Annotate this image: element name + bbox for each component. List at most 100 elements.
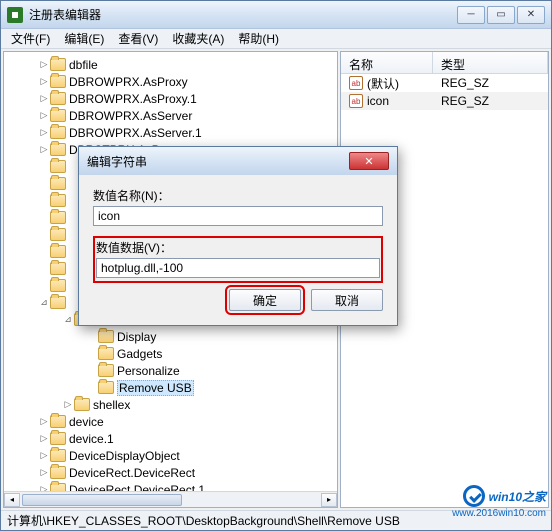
tree-label: DeviceRect.DeviceRect — [69, 466, 195, 480]
app-icon — [7, 7, 23, 23]
folder-icon — [50, 279, 66, 292]
expander-icon[interactable]: ▷ — [38, 416, 50, 427]
name-label: 数值名称(N)： — [93, 187, 383, 204]
folder-icon — [98, 381, 114, 394]
tree-label: Remove USB — [117, 380, 194, 396]
tree-node[interactable]: Display — [4, 328, 335, 345]
menu-favorites[interactable]: 收藏夹(A) — [166, 28, 230, 49]
folder-icon — [74, 398, 90, 411]
tree-label: Gadgets — [117, 347, 162, 361]
expander-icon[interactable]: ⊿ — [62, 314, 74, 325]
tree-label: DBROWPRX.AsProxy.1 — [69, 92, 197, 106]
ok-button[interactable]: 确定 — [229, 289, 301, 311]
tree-label: device — [69, 415, 104, 429]
cancel-button[interactable]: 取消 — [311, 289, 383, 311]
scroll-track[interactable] — [20, 493, 321, 507]
folder-icon — [50, 58, 66, 71]
dialog-close-button[interactable]: ✕ — [349, 152, 389, 170]
folder-icon — [50, 126, 66, 139]
expander-icon[interactable]: ▷ — [38, 93, 50, 104]
expander-icon[interactable]: ▷ — [38, 144, 50, 155]
value-type: REG_SZ — [433, 93, 497, 109]
folder-icon — [50, 211, 66, 224]
value-name: (默认) — [367, 75, 399, 92]
menubar: 文件(F) 编辑(E) 查看(V) 收藏夹(A) 帮助(H) — [1, 29, 551, 49]
tree-label: DeviceDisplayObject — [69, 449, 180, 463]
folder-icon — [50, 75, 66, 88]
expander-icon[interactable]: ⊿ — [38, 297, 50, 308]
folder-icon — [50, 143, 66, 156]
tree-label: device.1 — [69, 432, 114, 446]
dialog-title: 编辑字符串 — [87, 153, 147, 170]
watermark-icon — [463, 485, 485, 507]
close-button[interactable]: ✕ — [517, 6, 545, 24]
folder-icon — [50, 109, 66, 122]
minimize-button[interactable]: ─ — [457, 6, 485, 24]
highlight-box: 数值数据(V)： — [93, 236, 383, 283]
folder-icon — [50, 177, 66, 190]
watermark-url: www.2016win10.com — [452, 508, 546, 519]
scroll-right-button[interactable]: ▸ — [321, 493, 337, 507]
list-row[interactable]: abiconREG_SZ — [341, 92, 548, 110]
expander-icon[interactable]: ▷ — [38, 127, 50, 138]
tree-node[interactable]: ▷ DeviceDisplayObject — [4, 447, 335, 464]
tree-label: Display — [117, 330, 156, 344]
list-header: 名称 类型 — [341, 52, 548, 74]
scroll-thumb[interactable] — [22, 494, 182, 506]
tree-label: DBROWPRX.AsProxy — [69, 75, 188, 89]
folder-icon — [50, 296, 66, 309]
tree-node[interactable]: ▷ DeviceRect.DeviceRect — [4, 464, 335, 481]
tree-node[interactable]: ▷DBROWPRX.AsServer.1 — [4, 124, 335, 141]
tree-label: Personalize — [117, 364, 180, 378]
data-label: 数值数据(V)： — [96, 239, 380, 256]
expander-icon[interactable]: ▷ — [38, 76, 50, 87]
col-type[interactable]: 类型 — [433, 52, 548, 73]
titlebar[interactable]: 注册表编辑器 ─ ▭ ✕ — [1, 1, 551, 29]
folder-icon — [50, 160, 66, 173]
expander-icon[interactable]: ▷ — [38, 59, 50, 70]
col-name[interactable]: 名称 — [341, 52, 433, 73]
expander-icon[interactable]: ▷ — [38, 433, 50, 444]
menu-file[interactable]: 文件(F) — [5, 28, 56, 49]
folder-icon — [98, 364, 114, 377]
scroll-left-button[interactable]: ◂ — [4, 493, 20, 507]
tree-node[interactable]: ▷ shellex — [4, 396, 335, 413]
dialog-titlebar[interactable]: 编辑字符串 ✕ — [79, 147, 397, 175]
expander-icon[interactable]: ▷ — [38, 450, 50, 461]
folder-icon — [98, 347, 114, 360]
tree-node[interactable]: ▷ device — [4, 413, 335, 430]
folder-icon — [98, 330, 114, 343]
tree-node[interactable]: ▷ DBROWPRX.AsProxy.1 — [4, 90, 335, 107]
folder-icon — [50, 228, 66, 241]
tree-node[interactable]: ▷ device.1 — [4, 430, 335, 447]
tree-label: DBROWPRX.AsServer — [69, 109, 192, 123]
window-buttons: ─ ▭ ✕ — [457, 6, 545, 24]
folder-icon — [50, 449, 66, 462]
string-value-icon: ab — [349, 94, 363, 108]
tree-node[interactable]: ▷ DBROWPRX.AsProxy — [4, 73, 335, 90]
tree-hscroll[interactable]: ◂ ▸ — [4, 491, 337, 507]
tree-node[interactable]: ▷dbfile — [4, 56, 335, 73]
tree-label: shellex — [93, 398, 130, 412]
folder-icon — [50, 432, 66, 445]
tree-node[interactable]: Personalize — [4, 362, 335, 379]
dialog-buttons: 确定 取消 — [93, 289, 383, 311]
watermark: win10之家 www.2016win10.com — [463, 485, 546, 507]
expander-icon[interactable]: ▷ — [38, 467, 50, 478]
value-type: REG_SZ — [433, 75, 497, 91]
expander-icon[interactable]: ▷ — [62, 399, 74, 410]
name-input[interactable] — [93, 206, 383, 226]
string-value-icon: ab — [349, 76, 363, 90]
tree-node[interactable]: Gadgets — [4, 345, 335, 362]
tree-node[interactable]: Remove USB — [4, 379, 335, 396]
list-row[interactable]: ab (默认) REG_SZ — [341, 74, 548, 92]
data-input[interactable] — [96, 258, 380, 278]
menu-help[interactable]: 帮助(H) — [232, 28, 285, 49]
expander-icon[interactable]: ▷ — [38, 110, 50, 121]
tree-node[interactable]: ▷ DBROWPRX.AsServer — [4, 107, 335, 124]
maximize-button[interactable]: ▭ — [487, 6, 515, 24]
menu-view[interactable]: 查看(V) — [112, 28, 164, 49]
folder-icon — [50, 466, 66, 479]
menu-edit[interactable]: 编辑(E) — [58, 28, 110, 49]
folder-icon — [50, 245, 66, 258]
